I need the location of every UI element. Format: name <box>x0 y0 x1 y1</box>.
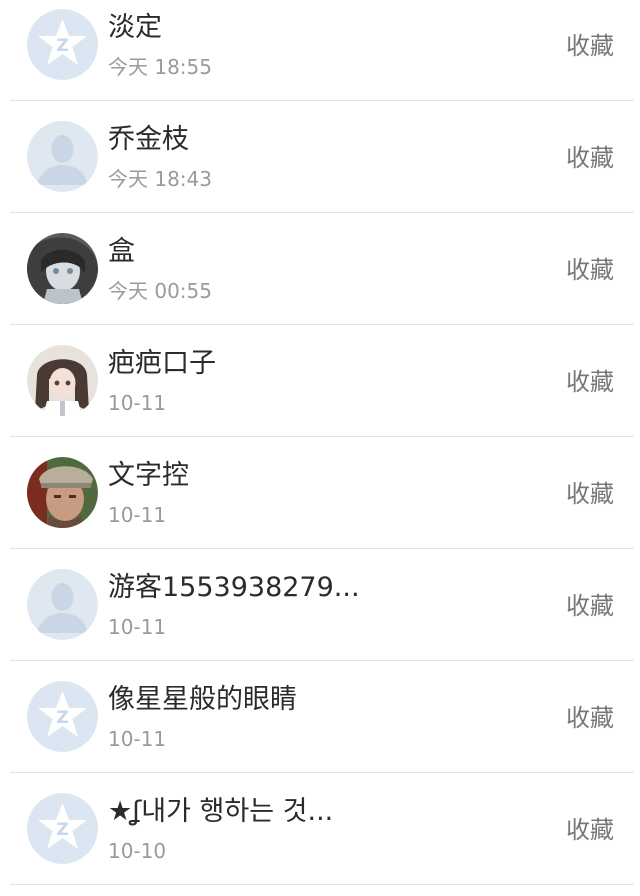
contact-time: 10-11 <box>108 503 167 527</box>
anime-girl-avatar <box>27 345 98 416</box>
contact-time: 今天 00:55 <box>108 279 212 303</box>
favorite-button[interactable]: 收藏 <box>566 29 614 63</box>
contact-name: 盒 <box>108 236 135 267</box>
svg-text:Z: Z <box>56 36 68 56</box>
list-item[interactable]: 游客1553938279... 10-11 收藏 <box>0 560 640 672</box>
contact-name: 像星星般的眼睛 <box>108 684 297 715</box>
list-item[interactable]: Z 淡定 今天 18:55 收藏 <box>0 0 640 112</box>
man-with-cap-photo-avatar <box>27 457 98 528</box>
divider <box>10 100 634 101</box>
favorite-button[interactable]: 收藏 <box>566 365 614 399</box>
divider <box>10 548 634 549</box>
anime-photo-avatar <box>27 233 98 304</box>
divider <box>10 660 634 661</box>
favorite-button[interactable]: 收藏 <box>566 477 614 511</box>
default-person-avatar <box>27 121 98 192</box>
list-item[interactable]: 文字控 10-11 收藏 <box>0 448 640 560</box>
contact-time: 今天 18:55 <box>108 55 212 79</box>
favorite-button[interactable]: 收藏 <box>566 141 614 175</box>
svg-text:Z: Z <box>56 708 68 728</box>
contact-time: 10-10 <box>108 839 167 863</box>
contact-name: 淡定 <box>108 12 162 43</box>
contact-list: Z 淡定 今天 18:55 收藏 乔金枝 今天 18:43 收藏 盒 今天 00… <box>0 0 640 892</box>
contact-name: 乔金枝 <box>108 124 189 155</box>
favorite-button[interactable]: 收藏 <box>566 701 614 735</box>
list-item[interactable]: Z ★ʆ내가 행하는 것... 10-10 收藏 <box>0 784 640 896</box>
contact-time: 10-11 <box>108 727 167 751</box>
svg-text:Z: Z <box>56 820 68 840</box>
list-item[interactable]: 疤疤口子 10-11 收藏 <box>0 336 640 448</box>
qq-logo-avatar: Z <box>27 793 98 864</box>
list-item[interactable]: Z 像星星般的眼睛 10-11 收藏 <box>0 672 640 784</box>
favorite-button[interactable]: 收藏 <box>566 813 614 847</box>
contact-name: ★ʆ내가 행하는 것... <box>108 796 334 827</box>
favorite-button[interactable]: 收藏 <box>566 253 614 287</box>
default-person-avatar <box>27 569 98 640</box>
divider <box>10 884 634 885</box>
divider <box>10 436 634 437</box>
divider <box>10 212 634 213</box>
divider <box>10 324 634 325</box>
contact-name: 文字控 <box>108 460 189 491</box>
contact-name: 游客1553938279... <box>108 572 360 603</box>
favorite-button[interactable]: 收藏 <box>566 589 614 623</box>
divider <box>10 772 634 773</box>
qq-logo-avatar: Z <box>27 681 98 752</box>
contact-time: 10-11 <box>108 615 167 639</box>
list-item[interactable]: 盒 今天 00:55 收藏 <box>0 224 640 336</box>
contact-time: 10-11 <box>108 391 167 415</box>
contact-name: 疤疤口子 <box>108 348 216 379</box>
list-item[interactable]: 乔金枝 今天 18:43 收藏 <box>0 112 640 224</box>
qq-logo-avatar: Z <box>27 9 98 80</box>
contact-time: 今天 18:43 <box>108 167 212 191</box>
